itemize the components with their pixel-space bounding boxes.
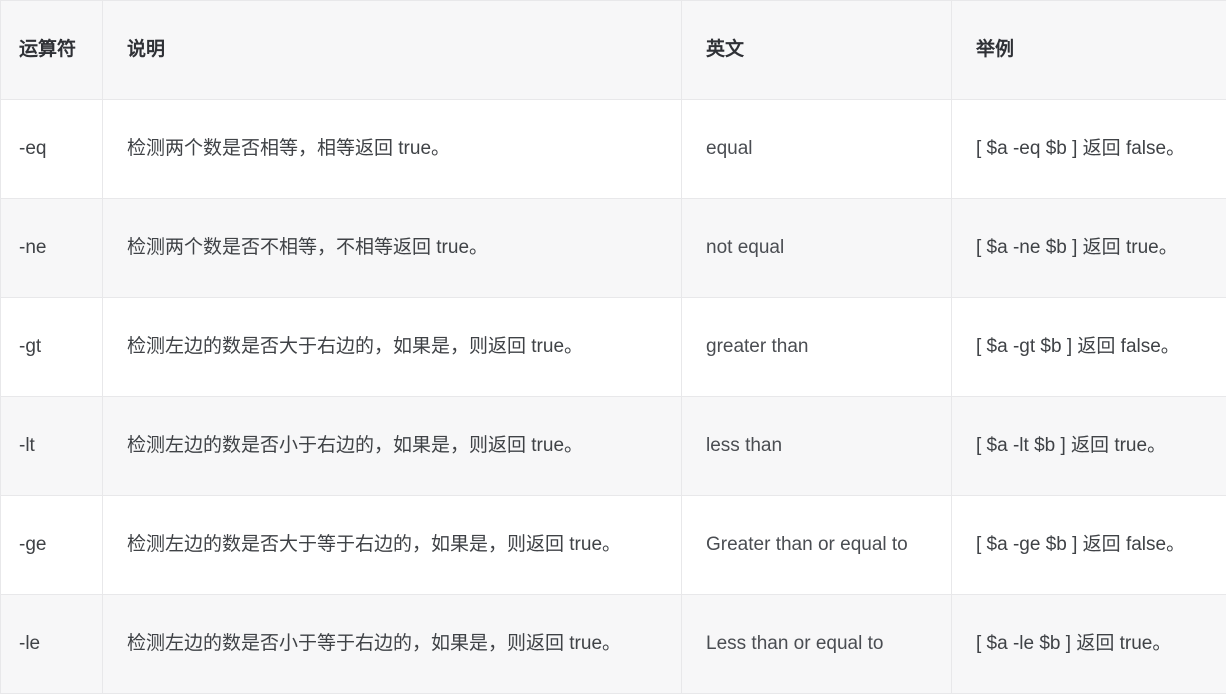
cell-description: 检测两个数是否不相等，不相等返回 true。 <box>102 198 682 298</box>
cell-english: less than <box>681 396 952 496</box>
cell-english: not equal <box>681 198 952 298</box>
cell-operator: -le <box>0 594 103 694</box>
column-header-example: 举例 <box>951 0 1226 100</box>
cell-description: 检测左边的数是否小于右边的，如果是，则返回 true。 <box>102 396 682 496</box>
cell-example: [ $a -le $b ] 返回 true。 <box>951 594 1226 694</box>
cell-english: Greater than or equal to <box>681 495 952 595</box>
table-row: -ge 检测左边的数是否大于等于右边的，如果是，则返回 true。 Greate… <box>0 495 1226 595</box>
table-row: -le 检测左边的数是否小于等于右边的，如果是，则返回 true。 Less t… <box>0 594 1226 694</box>
table-row: -lt 检测左边的数是否小于右边的，如果是，则返回 true。 less tha… <box>0 396 1226 496</box>
table-header-row: 运算符 说明 英文 举例 <box>0 0 1226 100</box>
cell-operator: -gt <box>0 297 103 397</box>
column-header-english: 英文 <box>681 0 952 100</box>
table-row: -eq 检测两个数是否相等，相等返回 true。 equal [ $a -eq … <box>0 99 1226 199</box>
cell-operator: -eq <box>0 99 103 199</box>
column-header-operator: 运算符 <box>0 0 103 100</box>
column-header-description: 说明 <box>102 0 682 100</box>
cell-operator: -ge <box>0 495 103 595</box>
operators-table-container: 运算符 说明 英文 举例 -eq 检测两个数是否相等，相等返回 true。 eq… <box>0 0 1226 698</box>
cell-operator: -ne <box>0 198 103 298</box>
table-header: 运算符 说明 英文 举例 <box>0 0 1226 100</box>
cell-example: [ $a -gt $b ] 返回 false。 <box>951 297 1226 397</box>
table-row: -ne 检测两个数是否不相等，不相等返回 true。 not equal [ $… <box>0 198 1226 298</box>
cell-example: [ $a -lt $b ] 返回 true。 <box>951 396 1226 496</box>
cell-operator: -lt <box>0 396 103 496</box>
cell-description: 检测左边的数是否大于右边的，如果是，则返回 true。 <box>102 297 682 397</box>
comparison-operators-table: 运算符 说明 英文 举例 -eq 检测两个数是否相等，相等返回 true。 eq… <box>0 0 1226 694</box>
cell-description: 检测两个数是否相等，相等返回 true。 <box>102 99 682 199</box>
table-body: -eq 检测两个数是否相等，相等返回 true。 equal [ $a -eq … <box>0 99 1226 694</box>
cell-example: [ $a -ne $b ] 返回 true。 <box>951 198 1226 298</box>
table-row: -gt 检测左边的数是否大于右边的，如果是，则返回 true。 greater … <box>0 297 1226 397</box>
cell-description: 检测左边的数是否小于等于右边的，如果是，则返回 true。 <box>102 594 682 694</box>
cell-english: Less than or equal to <box>681 594 952 694</box>
cell-example: [ $a -ge $b ] 返回 false。 <box>951 495 1226 595</box>
cell-english: equal <box>681 99 952 199</box>
cell-description: 检测左边的数是否大于等于右边的，如果是，则返回 true。 <box>102 495 682 595</box>
cell-english: greater than <box>681 297 952 397</box>
cell-example: [ $a -eq $b ] 返回 false。 <box>951 99 1226 199</box>
